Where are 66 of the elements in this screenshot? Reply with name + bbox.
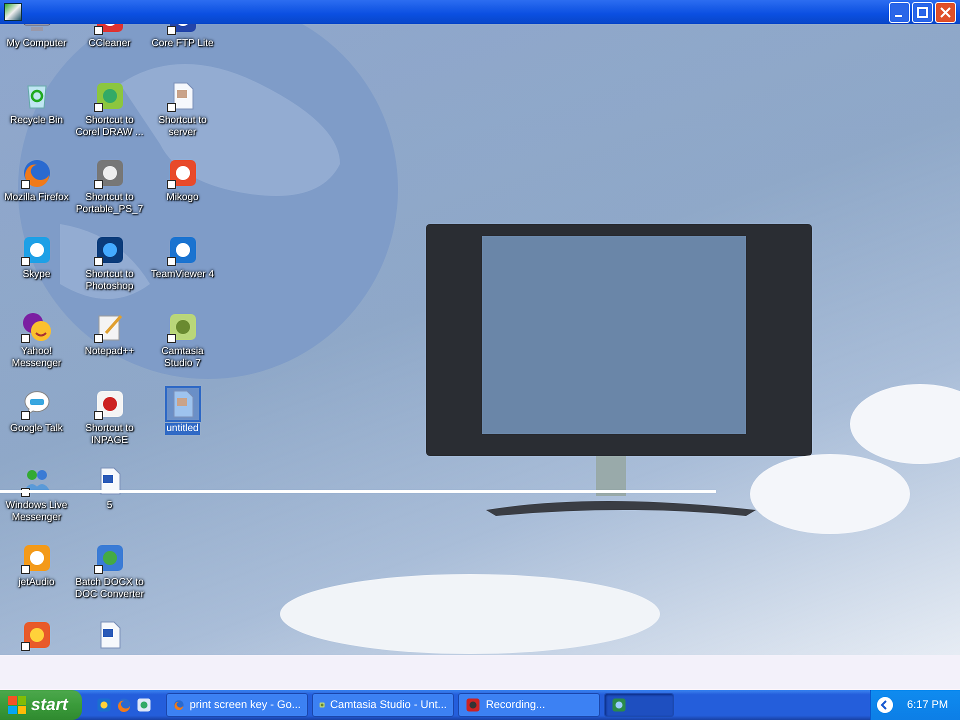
icon-label: Yahoo! Messenger bbox=[10, 346, 62, 370]
desktop-icon[interactable]: jetAudio bbox=[0, 542, 73, 619]
desktop-icon[interactable]: Skype bbox=[0, 234, 73, 311]
icon-label: Shortcut to INPAGE bbox=[84, 423, 135, 447]
icon-label: Shortcut to server bbox=[157, 115, 208, 139]
browser-icon bbox=[96, 697, 112, 713]
expand-tray-button[interactable] bbox=[877, 697, 894, 713]
desktop-icon[interactable]: CCleaner bbox=[73, 24, 146, 80]
icon-label: Camtasia Studio 7 bbox=[160, 346, 205, 370]
desktop-icon[interactable]: Shortcut to Photoshop bbox=[73, 234, 146, 311]
desktop-icon[interactable]: Google Talk bbox=[0, 388, 73, 465]
globe-icon bbox=[116, 697, 132, 713]
globe-icon bbox=[172, 697, 185, 713]
desktop-icon[interactable]: Batch DOCX to DOC Converter bbox=[73, 542, 146, 619]
icon-label: CCleaner bbox=[87, 38, 132, 50]
icon-label: untitled bbox=[165, 423, 200, 435]
desktop-icon[interactable]: Core FTP Lite bbox=[146, 24, 219, 80]
taskbar-button[interactable] bbox=[604, 693, 674, 717]
desktop-icon[interactable]: Yahoo! Messenger bbox=[0, 311, 73, 388]
desktop-icon[interactable]: Shortcut to INPAGE bbox=[73, 388, 146, 465]
app-icon bbox=[4, 3, 22, 21]
icon-label: Notepad++ bbox=[84, 346, 136, 358]
smiley-icon bbox=[20, 311, 52, 343]
desktop-icon[interactable]: Shortcut to server bbox=[146, 80, 219, 157]
desktop-icon[interactable]: Notepad++ bbox=[73, 311, 146, 388]
icon-label: jetAudio bbox=[17, 577, 56, 589]
picture-icon bbox=[610, 697, 627, 713]
quick-launch-button[interactable] bbox=[136, 697, 152, 713]
icon-label: Google Talk bbox=[9, 423, 64, 435]
icon-label: Batch DOCX to DOC Converter bbox=[74, 577, 145, 601]
icon-label: 5 bbox=[106, 500, 114, 512]
chevron-icon bbox=[880, 700, 887, 710]
clock: 6:17 PM bbox=[907, 699, 948, 711]
icon-label: Skype bbox=[22, 269, 52, 281]
maximize-button[interactable] bbox=[912, 2, 933, 22]
icon-label: Mozilla Firefox bbox=[3, 192, 70, 204]
icon-label: Core FTP Lite bbox=[150, 38, 215, 50]
maximize-icon bbox=[917, 6, 928, 18]
desktop-icon[interactable]: Mikogo bbox=[146, 157, 219, 234]
flag-icon bbox=[8, 696, 26, 714]
icon-label: Recycle Bin bbox=[9, 115, 64, 127]
taskbar-button[interactable]: Recording... bbox=[458, 693, 600, 717]
desktop-icon[interactable]: Shortcut to Portable_PS_7 bbox=[73, 157, 146, 234]
icon-label: Windows Live Messenger bbox=[4, 500, 68, 524]
icon-label: My Computer bbox=[5, 38, 68, 50]
desktop-icon[interactable]: My Computer bbox=[0, 24, 73, 80]
desktop-icon[interactable]: Shortcut to Corel DRAW ... bbox=[73, 80, 146, 157]
icon-label: TeamViewer 4 bbox=[150, 269, 216, 281]
close-button[interactable] bbox=[935, 2, 956, 22]
taskbar-button[interactable]: Camtasia Studio - Unt... bbox=[312, 693, 454, 717]
close-icon bbox=[940, 6, 951, 18]
icon-label: Mikogo bbox=[165, 192, 200, 204]
desktop-icon[interactable]: TeamViewer 4 bbox=[146, 234, 219, 311]
desktop-icon[interactable]: Recycle Bin bbox=[0, 80, 73, 157]
desktop-icon bbox=[136, 697, 152, 713]
app-icon bbox=[464, 697, 481, 713]
minimize-icon bbox=[895, 14, 902, 16]
taskbar-button[interactable]: print screen key - Go... bbox=[166, 693, 308, 717]
desktop-icon[interactable]: Camtasia Studio 7 bbox=[146, 311, 219, 388]
start-button[interactable]: start bbox=[0, 690, 82, 720]
icon-label: Shortcut to Photoshop bbox=[84, 269, 135, 293]
minimize-button[interactable] bbox=[889, 2, 910, 22]
icon-label: Shortcut to Corel DRAW ... bbox=[74, 115, 144, 139]
quick-launch-button[interactable] bbox=[96, 697, 112, 713]
icon-label: Shortcut to Portable_PS_7 bbox=[74, 192, 144, 216]
desktop-icon[interactable]: Mozilla Firefox bbox=[0, 157, 73, 234]
